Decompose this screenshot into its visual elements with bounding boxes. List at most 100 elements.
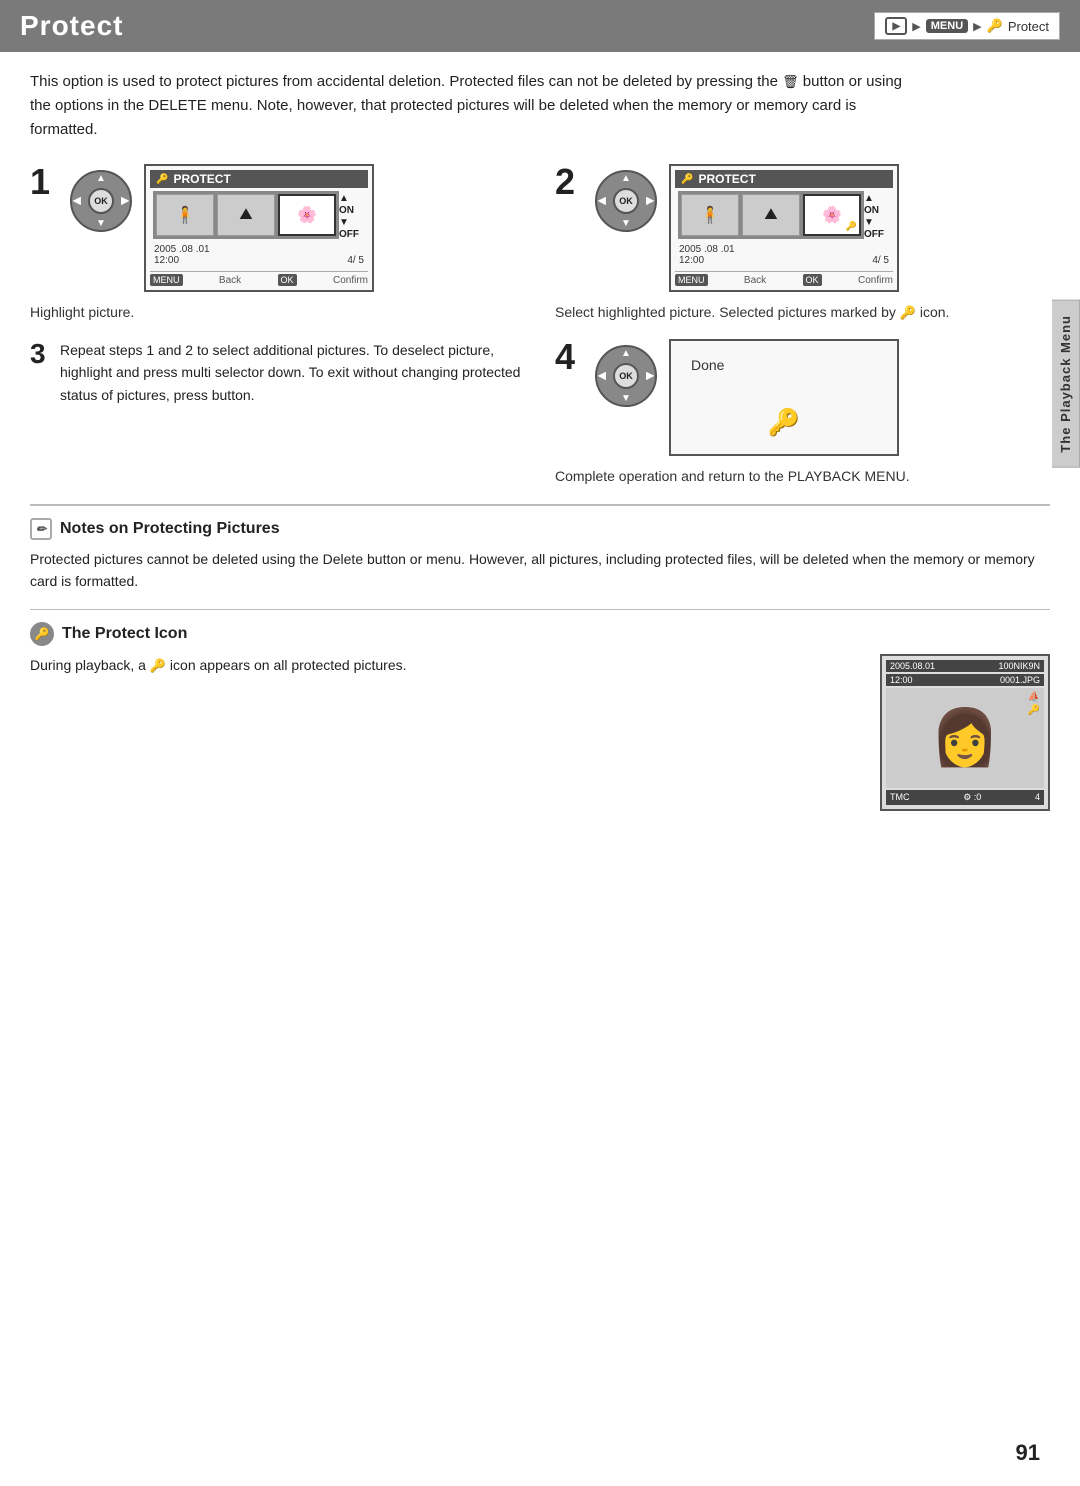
step3-header: 3 Repeat steps 1 and 2 to select additio… [30, 339, 525, 406]
dpad4-down: ▼ [621, 393, 631, 404]
breadcrumb: ▶ ▶ MENU ▶ 🔑 Protect [874, 12, 1060, 40]
dpad1-right: ▶ [121, 196, 129, 207]
sidebar-tab: The Playback Menu [1052, 300, 1080, 468]
notes-header: ✏ Notes on Protecting Pictures [30, 518, 1050, 540]
playback-icon: ▶ [885, 17, 907, 35]
step1-menu-icon: MENU [150, 274, 183, 286]
step2-bottom-bar: MENU Back OK Confirm [675, 271, 893, 286]
step2-header: 2 ▲ ▼ ◀ ▶ OK 🔑 [555, 164, 1050, 292]
dpad4-ok: OK [613, 363, 639, 389]
protect-breadcrumb-icon: 🔑 [987, 18, 1003, 34]
dpad2-ok: OK [613, 188, 639, 214]
dpad1-left: ◀ [73, 196, 81, 207]
step1-on-off: ▲ ON ▼ OFF [339, 193, 365, 241]
page-title: Protect [20, 10, 123, 42]
preview-right-info: 4 [1035, 792, 1040, 802]
preview-time: 12:00 [890, 675, 913, 685]
step2-ok-icon: OK [803, 274, 822, 286]
protect-inline-lock: 🔑 [150, 658, 166, 673]
step4-done: Done [691, 357, 724, 373]
step1-thumbnails: 🧍 ⛰ 🌸 [153, 191, 339, 239]
step1-ok-icon: OK [278, 274, 297, 286]
thumb1-2: ⛰ [217, 194, 275, 236]
notes-section: ✏ Notes on Protecting Pictures Protected… [30, 504, 1050, 811]
thumb2-2: ⛰ [742, 194, 800, 236]
step1-header: 1 ▲ ▼ ◀ ▶ OK 🔑 [30, 164, 525, 292]
step2-menu-icon: MENU [675, 274, 708, 286]
step1-thumb-row: 🧍 ⛰ 🌸 ▲ ON ▼ OFF [150, 191, 368, 242]
step4-header: 4 ▲ ▼ ◀ ▶ OK Done 🔑 [555, 339, 1050, 456]
preview-bottom-bar: TMC ⚙ :0 4 [886, 790, 1044, 805]
intro-text: This option is used to protect pictures … [30, 70, 910, 142]
dpad4: ▲ ▼ ◀ ▶ OK [595, 345, 657, 407]
dpad4-up: ▲ [621, 348, 631, 359]
step1-off: ▼ OFF [339, 217, 365, 241]
step3-number: 3 [30, 339, 52, 370]
step2-on: ▲ ON [864, 193, 890, 217]
protect-icon-row: During playback, a 🔑 icon appears on all… [30, 654, 1050, 811]
step2-screen-title: 🔑 PROTECT [675, 170, 893, 188]
step1-screen: 🔑 PROTECT 🧍 ⛰ 🌸 ▲ ON ▼ OFF [144, 164, 374, 292]
thumb1-1: 🧍 [156, 194, 214, 236]
step2-number: 2 [555, 164, 583, 200]
preview-left-info: TMC [890, 792, 910, 802]
dpad2-down: ▼ [621, 218, 631, 229]
dpad1: ▲ ▼ ◀ ▶ OK [70, 170, 132, 232]
dpad4-left: ◀ [598, 371, 606, 382]
notes-title: Notes on Protecting Pictures [60, 520, 280, 538]
dpad2-up: ▲ [621, 173, 631, 184]
dpad4-right: ▶ [646, 371, 654, 382]
preview-image: 👩 ⛵ 🔑 [886, 688, 1044, 788]
thumb2-3: 🌸 🔑 [803, 194, 861, 236]
step1-screen-title: 🔑 PROTECT [150, 170, 368, 188]
menu-label: MENU [926, 19, 968, 33]
protect-icon-bullet: 🔑 [30, 622, 54, 646]
preview-sailboat: ⛵ [1028, 692, 1040, 703]
protect-icon-title: The Protect Icon [62, 625, 187, 643]
dpad2: ▲ ▼ ◀ ▶ OK [595, 170, 657, 232]
step2-off: ▼ OFF [864, 217, 890, 241]
step2-screen: 🔑 PROTECT 🧍 ⛰ 🌸 🔑 [669, 164, 899, 292]
step1-number: 1 [30, 164, 58, 200]
preview-icons: ⛵ 🔑 [1028, 692, 1040, 716]
step4-content: ▲ ▼ ◀ ▶ OK Done 🔑 [595, 339, 899, 456]
preview-center-info: ⚙ :0 [963, 792, 981, 803]
step2-confirm: Confirm [858, 275, 893, 286]
breadcrumb-arrow2: ▶ [973, 20, 981, 33]
step1-back: Back [219, 275, 241, 286]
step2-back: Back [744, 275, 766, 286]
thumb2-1: 🧍 [681, 194, 739, 236]
breadcrumb-protect-text: Protect [1008, 19, 1049, 34]
final-preview: 2005.08.01 100NIK9N 12:00 0001.JPG 👩 ⛵ 🔑 [880, 654, 1050, 811]
protect-icon-header: 🔑 The Protect Icon [30, 622, 1050, 646]
step1-info: 2005 .08 .01 12:00 4/ 5 [150, 242, 368, 268]
step2-thumbnails: 🧍 ⛰ 🌸 🔑 [678, 191, 864, 239]
breadcrumb-arrow1: ▶ [912, 20, 920, 33]
dpad1-up: ▲ [96, 173, 106, 184]
steps-grid-34: 3 Repeat steps 1 and 2 to select additio… [30, 339, 1050, 484]
notes-icon: ✏ [30, 518, 52, 540]
step1-content: ▲ ▼ ◀ ▶ OK 🔑 PROTECT [70, 164, 374, 292]
page-number: 91 [1016, 1440, 1040, 1466]
step4-lock: 🔑 [768, 407, 800, 438]
preview-figure: 👩 [931, 705, 999, 770]
step1-block: 1 ▲ ▼ ◀ ▶ OK 🔑 [30, 164, 525, 321]
step1-dpad: ▲ ▼ ◀ ▶ OK [70, 170, 132, 232]
thumb1-3: 🌸 [278, 194, 336, 236]
step2-content: ▲ ▼ ◀ ▶ OK 🔑 PROTECT [595, 164, 899, 292]
step2-block: 2 ▲ ▼ ◀ ▶ OK 🔑 [555, 164, 1050, 321]
protect-icon-text: During playback, a 🔑 icon appears on all… [30, 654, 860, 677]
dpad1-ok: OK [88, 188, 114, 214]
step3-block: 3 Repeat steps 1 and 2 to select additio… [30, 339, 525, 406]
step2-lock-icon: 🔑 [900, 305, 916, 320]
step1-on: ▲ ON [339, 193, 365, 217]
dpad1-down: ▼ [96, 218, 106, 229]
dpad2-left: ◀ [598, 196, 606, 207]
preview-second-bar: 12:00 0001.JPG [886, 674, 1044, 686]
step1-confirm: Confirm [333, 275, 368, 286]
preview-filename: 0001.JPG [1000, 675, 1040, 685]
step4-number: 4 [555, 339, 583, 375]
preview-file: 100NIK9N [998, 661, 1040, 671]
preview-date: 2005.08.01 [890, 661, 935, 671]
step2-on-off: ▲ ON ▼ OFF [864, 193, 890, 241]
